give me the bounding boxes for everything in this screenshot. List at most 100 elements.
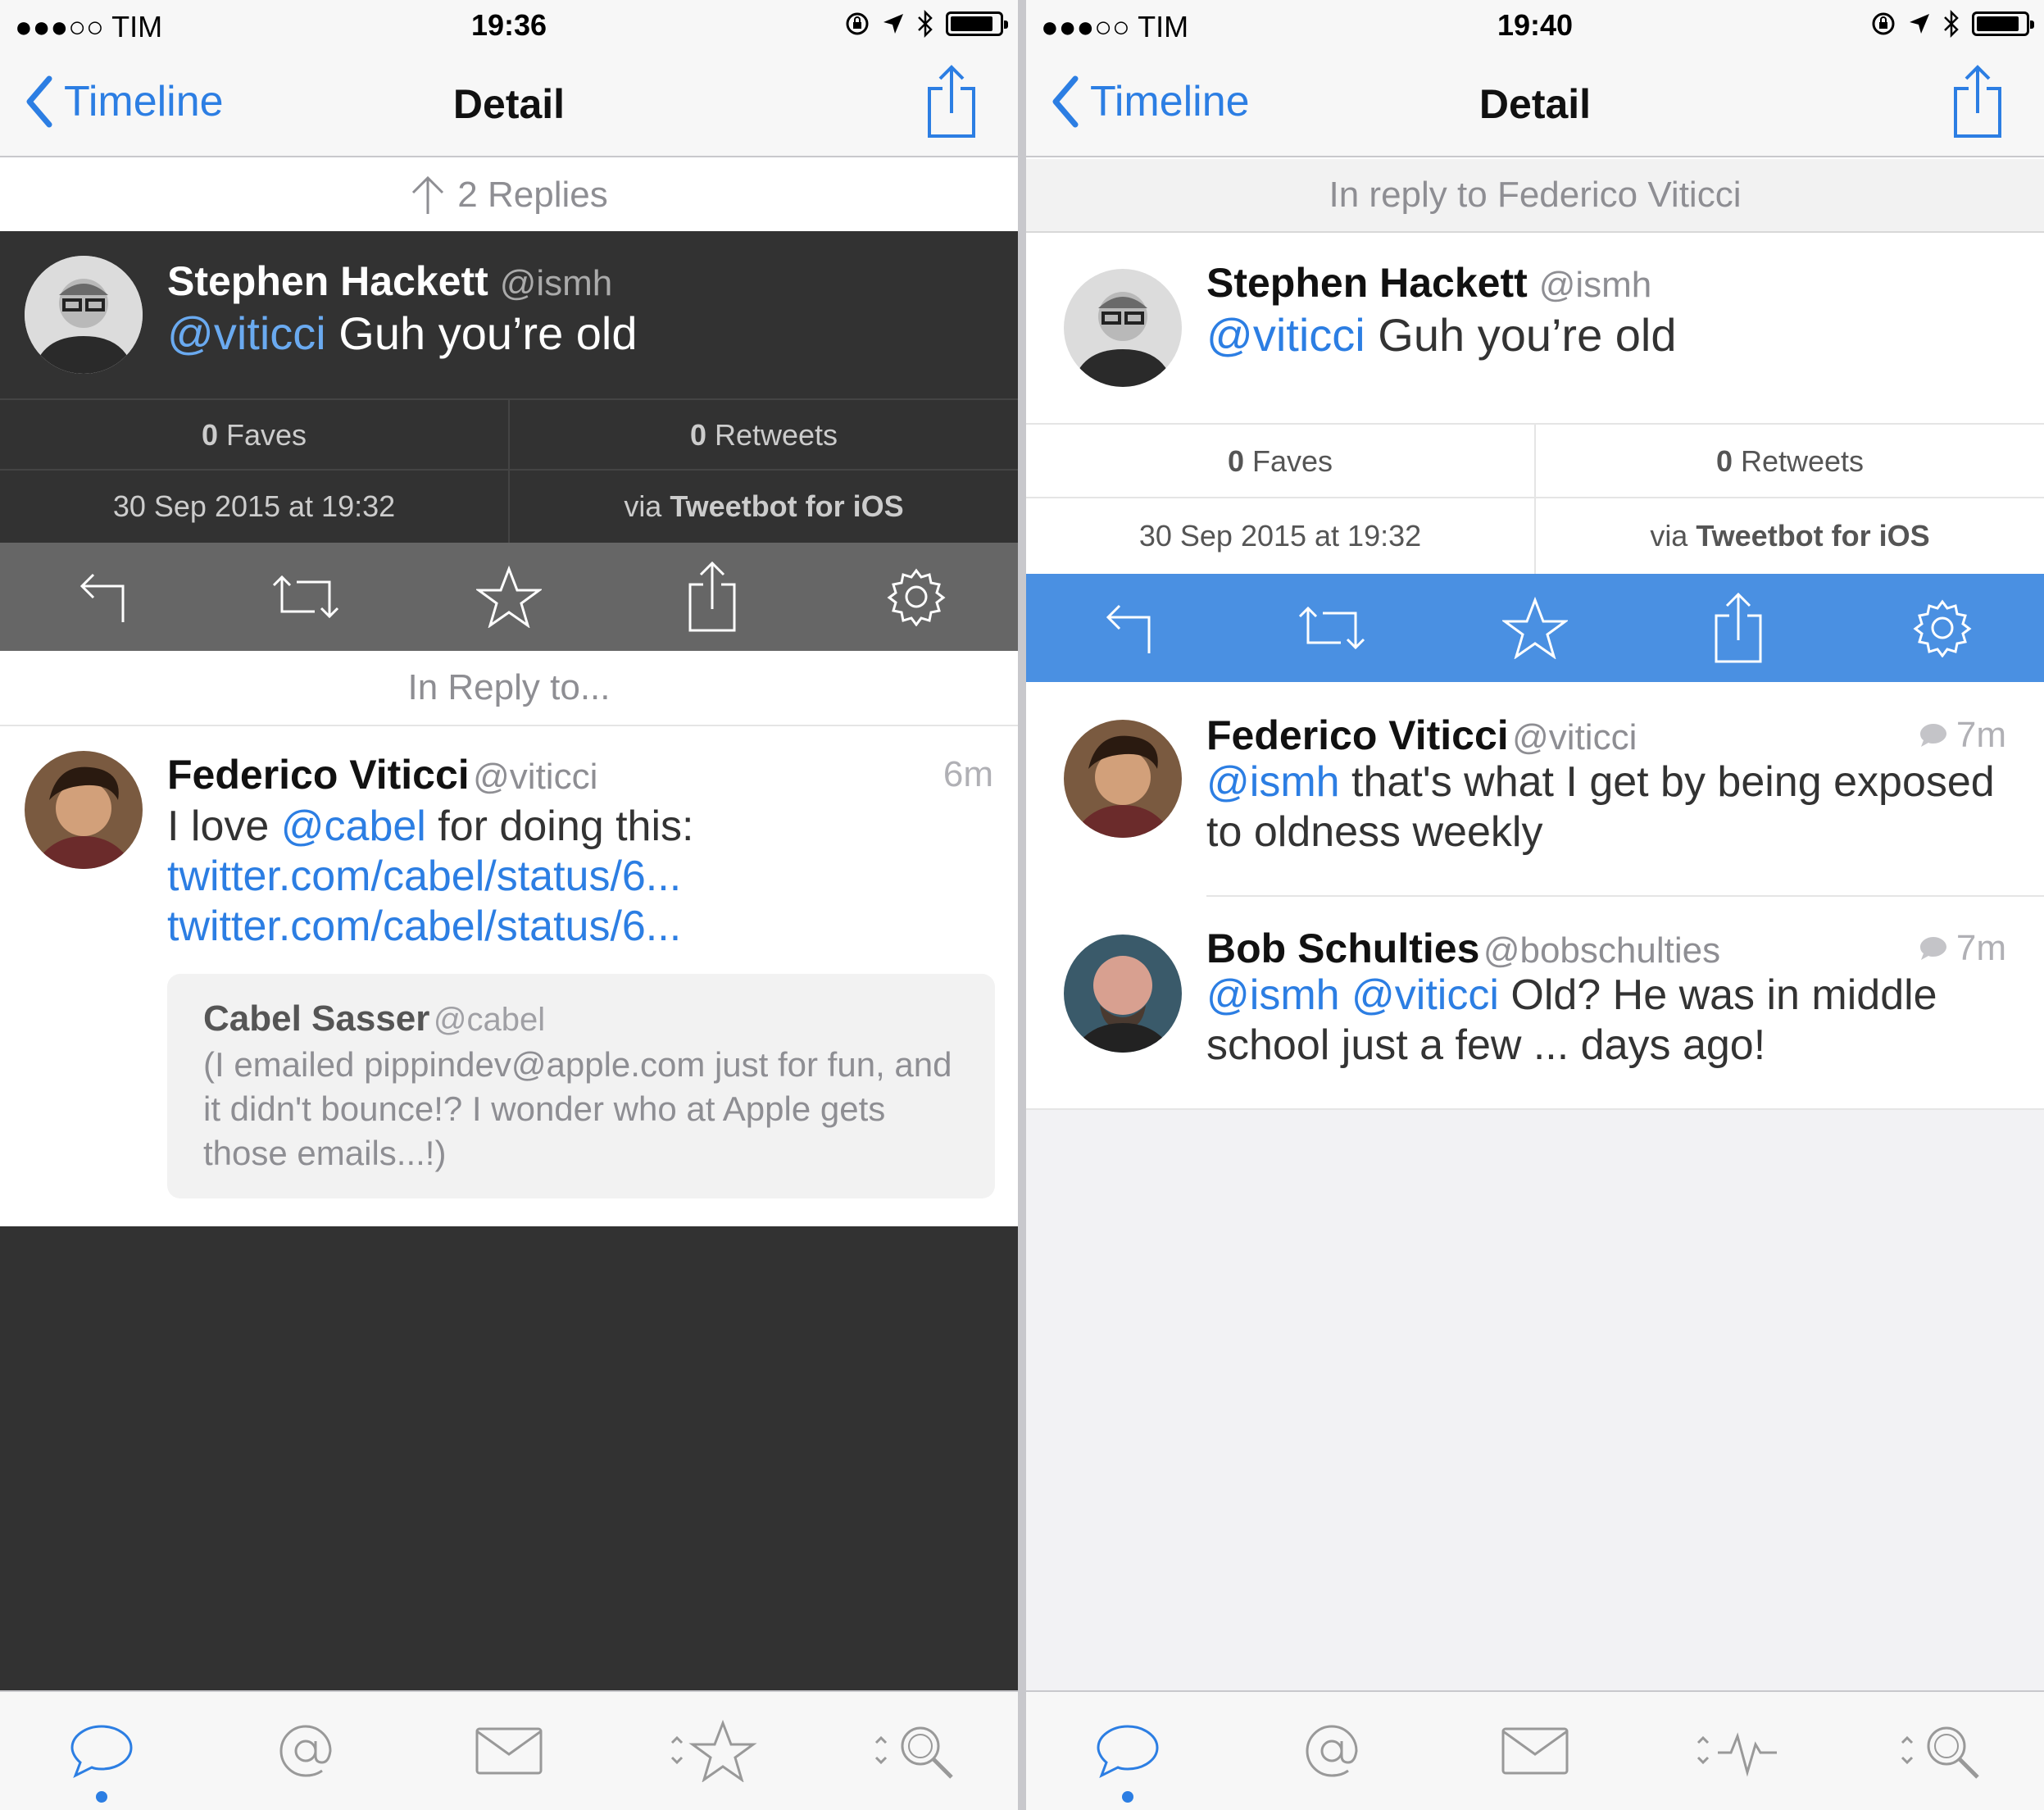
active-indicator [1122, 1791, 1134, 1803]
reply-tweet[interactable]: Federico Viticci @viticci 6m I love @cab… [0, 726, 1018, 1226]
retweet-button[interactable] [1283, 579, 1381, 677]
back-button[interactable]: Timeline [1051, 75, 1250, 128]
in-reply-header[interactable]: In reply to Federico Viticci [1026, 159, 2044, 233]
in-reply-label: In reply to Federico Viticci [1329, 175, 1742, 215]
tab-search[interactable] [1877, 1691, 2008, 1810]
back-button[interactable]: Timeline [25, 75, 224, 128]
reply-author-name[interactable]: Federico Viticci [167, 752, 470, 798]
bluetooth-icon [918, 10, 933, 38]
share-action-button[interactable] [1689, 579, 1787, 677]
share-button[interactable] [926, 64, 977, 143]
tweet-mention[interactable]: @viticci [167, 307, 326, 359]
favorites-icon [671, 1720, 757, 1782]
reply-author-handle[interactable]: @bobschulties [1483, 930, 1720, 971]
chat-bubble-icon [70, 1725, 133, 1779]
mail-icon [1501, 1727, 1569, 1775]
reply-author-name[interactable]: Bob Schulties [1206, 925, 1479, 971]
quoted-tweet[interactable]: Cabel Sasser @cabel (I emailed pippindev… [167, 974, 995, 1198]
star-icon [1501, 597, 1568, 659]
faves-label: Faves [1243, 444, 1333, 478]
tweet-mention[interactable]: @viticci [1206, 309, 1365, 361]
stats-row: 0 Faves 0 Retweets [0, 398, 1018, 471]
in-reply-header: In Reply to... [0, 651, 1018, 726]
stats-row: 0 Faves 0 Retweets [1026, 423, 2044, 498]
replies-count-label: 2 Replies [457, 175, 608, 215]
battery-icon [1972, 11, 2034, 36]
tab-messages[interactable] [1469, 1691, 1601, 1810]
via-prefix: via [1650, 519, 1697, 553]
meta-row: 30 Sep 2015 at 19:32 via Tweetbot for iO… [1026, 498, 2044, 574]
left-screen: ●●●○○ TIM 19:36 Timeline Detail 2 Replie… [0, 0, 1018, 1810]
tab-timeline[interactable] [1062, 1691, 1193, 1810]
tab-messages[interactable] [443, 1691, 575, 1810]
tab-activity[interactable] [1673, 1691, 1804, 1810]
reply-mention[interactable]: @cabel [281, 803, 426, 850]
location-icon [1910, 14, 1929, 34]
tab-timeline[interactable] [36, 1691, 167, 1810]
avatar-federico-viticci[interactable] [25, 751, 143, 869]
reply-time-label: 7m [1955, 928, 2006, 968]
retweets-label: Retweets [706, 418, 838, 452]
reply-link-1[interactable]: twitter.com/cabel/status/6... [167, 853, 681, 900]
tab-mentions[interactable] [1266, 1691, 1397, 1810]
tab-mentions[interactable] [240, 1691, 371, 1810]
status-bar: ●●●○○ TIM 19:40 [1026, 0, 2044, 49]
avatar-stephen-hackett[interactable] [25, 256, 143, 374]
search-icon [874, 1726, 953, 1779]
tweet-text: @viticci Guh you’re old [1206, 308, 1677, 362]
star-icon [475, 566, 542, 628]
tweet-author: Stephen Hackett @ismh [167, 257, 612, 305]
author-name[interactable]: Stephen Hackett [1206, 260, 1528, 306]
faves-stat[interactable]: 0 Faves [1026, 425, 1536, 497]
reply-link-2[interactable]: twitter.com/cabel/status/6... [167, 903, 681, 950]
share-button[interactable] [1952, 64, 2003, 143]
tab-search[interactable] [851, 1691, 982, 1810]
chevron-left-icon [1052, 75, 1079, 128]
faves-stat[interactable]: 0 Faves [0, 400, 510, 469]
reply-tweet-1[interactable]: Federico Viticci @viticci 7m @ismh that'… [1026, 682, 2044, 897]
avatar-federico-viticci[interactable] [1064, 720, 1182, 838]
favorite-button[interactable] [1486, 579, 1584, 677]
reply-mentions[interactable]: @ismh @viticci [1206, 971, 1499, 1019]
retweets-stat[interactable]: 0 Retweets [1536, 425, 2044, 497]
share-icon [1715, 592, 1762, 663]
author-handle[interactable]: @ismh [1539, 265, 1652, 305]
active-indicator [96, 1791, 108, 1803]
at-icon [1306, 1725, 1358, 1777]
reply-author-name[interactable]: Federico Viticci [1206, 712, 1509, 758]
tweet-body: Guh you’re old [1365, 309, 1677, 361]
reply-text: I love @cabel for doing this: twitter.co… [167, 802, 995, 952]
reply-button[interactable] [52, 548, 151, 646]
navigation-bar: Timeline Detail [1026, 49, 2044, 157]
reply-tweet-2[interactable]: Bob Schulties @bobschulties 7m @ismh @vi… [1026, 897, 2044, 1110]
author-handle[interactable]: @ismh [500, 263, 613, 303]
tweet-source[interactable]: via Tweetbot for iOS [1536, 498, 2044, 574]
at-icon [279, 1725, 332, 1777]
favorite-button[interactable] [460, 548, 558, 646]
conversation-icon [1919, 937, 1946, 960]
avatar-bob-schulties[interactable] [1064, 935, 1182, 1053]
tab-favorites[interactable] [647, 1691, 778, 1810]
author-name[interactable]: Stephen Hackett [167, 258, 488, 304]
retweet-button[interactable] [257, 548, 355, 646]
reply-mentions[interactable]: @ismh [1206, 758, 1340, 806]
retweets-count: 0 [1715, 444, 1733, 478]
settings-button[interactable] [867, 548, 965, 646]
conversation-icon [1919, 724, 1946, 747]
in-reply-label: In Reply to... [407, 667, 611, 707]
action-bar [1026, 574, 2044, 682]
reply-button[interactable] [1079, 579, 1177, 677]
share-action-button[interactable] [663, 548, 761, 646]
share-icon [688, 561, 736, 632]
reply-author-handle[interactable]: @viticci [1512, 717, 1637, 757]
settings-button[interactable] [1893, 579, 1992, 677]
tweet-source[interactable]: via Tweetbot for iOS [510, 471, 1018, 543]
reply-text: @ismh that's what I get by being exposed… [1206, 757, 2010, 857]
reply-author-handle[interactable]: @viticci [473, 757, 597, 797]
retweets-stat[interactable]: 0 Retweets [510, 400, 1018, 469]
share-icon [928, 65, 975, 138]
faves-count: 0 [201, 418, 218, 452]
avatar-stephen-hackett[interactable] [1064, 269, 1182, 387]
replies-header[interactable]: 2 Replies [0, 159, 1018, 231]
tab-bar [1026, 1690, 2044, 1810]
